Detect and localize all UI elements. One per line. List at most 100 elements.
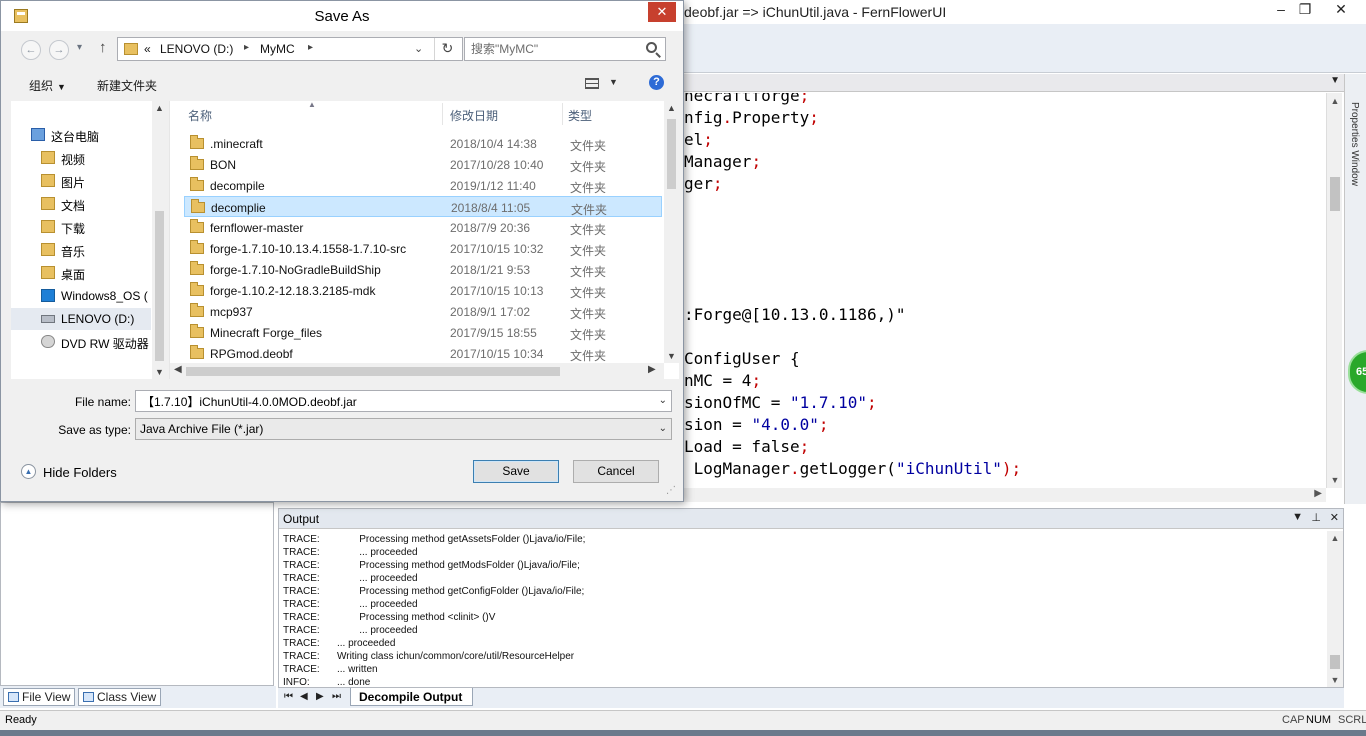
nav-item[interactable]: Windows8_OS (	[11, 285, 151, 307]
nav-item[interactable]: 这台电脑	[11, 124, 151, 146]
search-icon[interactable]	[646, 42, 657, 53]
chevron-down-icon[interactable]: ⌄	[659, 395, 667, 406]
navigation-pane-scrollbar[interactable]: ▲ ▼	[152, 101, 167, 379]
breadcrumb-separator-icon[interactable]: ▸	[244, 42, 249, 53]
tab-class-view[interactable]: Class View	[78, 688, 162, 706]
nav-item[interactable]: 视频	[11, 147, 151, 169]
breadcrumb-overflow[interactable]: «	[144, 42, 151, 56]
file-list-horizontal-scrollbar[interactable]: ◀ ▶	[170, 363, 664, 379]
file-type: 文件夹	[570, 244, 607, 258]
close-icon[interactable]: ✕	[1330, 511, 1339, 524]
prev-tab-icon[interactable]: ◀	[300, 691, 308, 702]
tab-file-view[interactable]: File View	[3, 688, 76, 706]
recent-locations-icon[interactable]: ▾	[77, 42, 82, 53]
editor-horizontal-scrollbar[interactable]: ▶	[678, 488, 1326, 502]
column-header-type[interactable]: 类型	[568, 107, 592, 124]
organize-button[interactable]: 组织 ▼	[29, 77, 66, 94]
back-button[interactable]: ←	[21, 40, 41, 60]
search-input[interactable]	[471, 41, 641, 57]
nav-item[interactable]: DVD RW 驱动器	[11, 331, 151, 353]
file-name-combo[interactable]: ⌄	[135, 390, 672, 412]
dialog-close-button[interactable]: ✕	[648, 2, 676, 22]
file-row[interactable]: RPGmod.deobf 2017/10/15 10:34 文件夹	[184, 343, 662, 364]
breadcrumb-drive[interactable]: LENOVO (D:)	[160, 42, 233, 56]
log-text: Processing method getAssetsFolder ()Ljav…	[337, 534, 586, 545]
scroll-down-icon[interactable]: ▼	[1327, 675, 1343, 685]
file-list-vertical-scrollbar[interactable]: ▲ ▼	[664, 101, 679, 363]
scroll-up-icon[interactable]: ▲	[1327, 96, 1343, 106]
help-icon[interactable]: ?	[649, 75, 664, 90]
close-icon[interactable]: ✕	[1326, 1, 1356, 18]
pin-icon[interactable]: ⊥	[1311, 511, 1321, 524]
log-text: Writing class ichun/common/core/util/Res…	[337, 651, 575, 662]
editor-tab-strip: ▼	[678, 74, 1344, 92]
download-icon	[41, 220, 55, 233]
file-row[interactable]: .minecraft 2018/10/4 14:38 文件夹	[184, 133, 662, 154]
scroll-thumb[interactable]	[1330, 177, 1340, 211]
scroll-thumb[interactable]	[1330, 655, 1340, 669]
next-tab-icon[interactable]: ▶	[316, 691, 324, 702]
scroll-up-icon[interactable]: ▲	[1327, 533, 1343, 543]
file-row[interactable]: BON 2017/10/28 10:40 文件夹	[184, 154, 662, 175]
breadcrumb-folder[interactable]: MyMC	[260, 42, 295, 56]
breadcrumb-separator-icon[interactable]: ▸	[308, 42, 313, 53]
column-header-name[interactable]: 名称	[188, 107, 212, 124]
address-dropdown-icon[interactable]: ⌄	[414, 42, 423, 55]
tab-decompile-output[interactable]: Decompile Output	[350, 688, 474, 706]
scroll-down-icon[interactable]: ▼	[1327, 475, 1343, 485]
nav-item[interactable]: LENOVO (D:)	[11, 308, 151, 330]
file-row[interactable]: forge-1.10.2-12.18.3.2185-mdk 2017/10/15 …	[184, 280, 662, 301]
last-tab-icon[interactable]: ⏭	[332, 691, 341, 702]
editor-vertical-scrollbar[interactable]: ▲ ▼	[1326, 93, 1342, 488]
scroll-up-icon[interactable]: ▲	[664, 103, 679, 113]
chevron-down-icon[interactable]: ▼	[609, 77, 618, 87]
log-line: TRACE: ... proceeded	[283, 624, 1323, 637]
file-row[interactable]: mcp937 2018/9/1 17:02 文件夹	[184, 301, 662, 322]
log-level: TRACE:	[283, 573, 320, 584]
code-editor[interactable]: necraftforge; nfig.Property; el; Manager…	[678, 93, 1326, 488]
file-row[interactable]: decompile 2019/1/12 11:40 文件夹	[184, 175, 662, 196]
save-as-type-select[interactable]: Java Archive File (*.jar) ⌄	[135, 418, 672, 440]
nav-item[interactable]: 音乐	[11, 239, 151, 261]
file-list-pane[interactable]: ▲ 名称 修改日期 类型 .minecraft 2018/10/4 14:38 文件…	[169, 100, 679, 379]
output-vertical-scrollbar[interactable]: ▲ ▼	[1327, 531, 1343, 687]
nav-item[interactable]: 下载	[11, 216, 151, 238]
scroll-left-icon[interactable]: ◀	[174, 364, 182, 375]
search-box[interactable]	[464, 37, 666, 61]
scroll-right-icon[interactable]: ▶	[1314, 488, 1322, 499]
scroll-right-icon[interactable]: ▶	[648, 364, 656, 375]
scroll-down-icon[interactable]: ▼	[152, 367, 167, 377]
column-header-date[interactable]: 修改日期	[450, 107, 498, 124]
properties-window-strip[interactable]: Properties Window	[1344, 74, 1366, 504]
up-button[interactable]: ↑	[99, 39, 107, 56]
address-bar[interactable]: « LENOVO (D:) ▸ MyMC ▸ ⌄ ↻	[117, 37, 463, 61]
navigation-pane[interactable]: 这台电脑 视频 图片 文档 下载 音乐 桌面 Windows8_OS (LENOVO (D:)…	[11, 101, 167, 379]
code-line: sionOfMC = "1.7.10";	[684, 393, 877, 412]
file-row[interactable]: decomplie 2018/8/4 11:05 文件夹	[184, 196, 662, 217]
resize-grip-icon[interactable]: ⋰	[666, 485, 676, 496]
view-options-icon[interactable]	[585, 78, 599, 89]
scroll-thumb[interactable]	[667, 119, 676, 189]
file-row[interactable]: Minecraft Forge_files 2017/9/15 18:55 文件夹	[184, 322, 662, 343]
chevron-down-icon[interactable]: ▼	[1330, 75, 1340, 86]
file-row[interactable]: forge-1.7.10-10.13.4.1558-1.7.10-src 2017…	[184, 238, 662, 259]
chevron-down-icon[interactable]: ⌄	[659, 423, 667, 434]
nav-item[interactable]: 文档	[11, 193, 151, 215]
file-row[interactable]: fernflower-master 2018/7/9 20:36 文件夹	[184, 217, 662, 238]
scroll-thumb[interactable]	[186, 367, 560, 376]
nav-item[interactable]: 桌面	[11, 262, 151, 284]
file-row[interactable]: forge-1.7.10-NoGradleBuildShip 2018/1/21 …	[184, 259, 662, 280]
scroll-thumb[interactable]	[155, 211, 164, 361]
forward-button[interactable]: →	[49, 40, 69, 60]
refresh-icon[interactable]: ↻	[434, 38, 460, 60]
cancel-button[interactable]: Cancel	[573, 460, 659, 483]
scroll-up-icon[interactable]: ▲	[152, 103, 167, 113]
new-folder-button[interactable]: 新建文件夹	[97, 77, 157, 94]
first-tab-icon[interactable]: ⏮	[284, 691, 293, 702]
chevron-down-icon[interactable]: ▼	[1292, 511, 1303, 523]
file-name-input[interactable]	[142, 393, 642, 409]
save-button[interactable]: Save	[473, 460, 559, 483]
scroll-down-icon[interactable]: ▼	[664, 351, 679, 361]
restore-icon[interactable]: ❐	[1290, 1, 1320, 18]
nav-item[interactable]: 图片	[11, 170, 151, 192]
